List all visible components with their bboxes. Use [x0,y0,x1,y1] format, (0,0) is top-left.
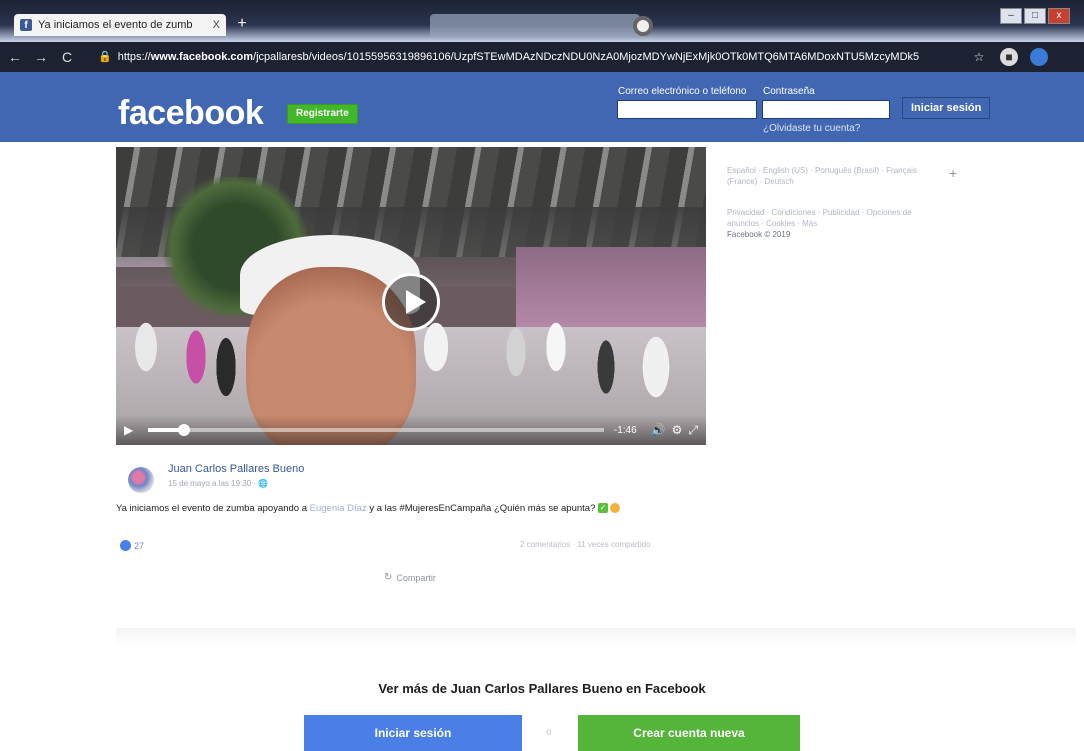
comments-shares-count[interactable]: 2 comentarios · 11 veces compartido [520,540,651,549]
header-login-button[interactable]: Iniciar sesión [902,97,991,119]
extension-icon[interactable]: ■ [1000,48,1018,66]
fullscreen-icon[interactable]: ⤢ [688,423,698,438]
post-text-end: y a las #MujeresEnCampaña ¿Quién más se … [366,503,596,514]
tab-close-icon[interactable]: X [213,19,220,31]
register-button[interactable]: Registrarte [287,104,358,124]
post-text: Ya iniciamos el evento de zumba apoyando… [116,502,706,516]
see-more-title: Ver más de Juan Carlos Pallares Bueno en… [378,681,706,696]
record-icon[interactable] [633,16,653,36]
browser-toolbar: ← → C 🔒 https:// www.facebook.com /jcpal… [0,42,1084,72]
email-field[interactable] [617,100,757,119]
video-time: -1:46 [613,424,637,436]
seek-bar[interactable] [148,424,604,436]
email-label: Correo electrónico o teléfono [618,86,747,97]
maximize-button[interactable]: □ [1024,8,1046,24]
like-reaction-icon [120,540,131,551]
password-field[interactable] [762,100,890,119]
address-bar[interactable]: 🔒 https:// www.facebook.com /jcpallaresb… [98,47,958,67]
video-controls: ▶ -1:46 🔊 ⚙ ⤢ [116,415,706,445]
window-close-button[interactable]: x [1048,8,1070,24]
lock-icon: 🔒 [98,51,112,63]
forward-button[interactable]: → [30,49,52,65]
footer-links[interactable]: Privacidad · Condiciones · Publicidad · … [727,207,937,229]
new-tab-button[interactable]: + [232,16,252,32]
url-host: www.facebook.com [150,51,254,63]
play-icon[interactable] [382,273,440,331]
browser-tab-bar: f Ya iniciamos el evento de zumb X + – □… [0,0,1084,42]
reload-button[interactable]: C [56,49,78,65]
url-prefix: https:// [117,51,151,63]
control-play-icon[interactable]: ▶ [124,423,138,437]
create-account-button[interactable]: Crear cuenta nueva [578,715,800,751]
bookmark-star-icon[interactable]: ☆ [970,48,988,66]
post-header: Juan Carlos Pallares Bueno 15 de mayo a … [128,463,688,495]
share-label: Compartir [396,572,436,583]
seek-handle[interactable] [178,424,191,436]
settings-gear-icon[interactable]: ⚙ [672,423,683,437]
minimize-button[interactable]: – [1000,8,1022,24]
reaction-count: 27 [134,540,145,551]
forgot-account-link[interactable]: ¿Olvidaste tu cuenta? [763,123,860,134]
password-label: Contraseña [763,86,815,97]
post-timestamp: 15 de mayo a las 19:30 · 🌐 [168,479,268,488]
mention-link[interactable]: Eugenia Díaz [310,503,367,514]
more-languages-icon[interactable]: + [949,166,957,180]
video-player[interactable]: ▶ -1:46 🔊 ⚙ ⤢ [116,147,706,445]
share-icon: ↻ [384,572,393,583]
author-avatar[interactable] [128,467,154,493]
share-button[interactable]: ↻ Compartir [384,572,436,583]
post-text-start: Ya iniciamos el evento de zumba apoyando… [116,503,310,514]
section-divider [116,628,1076,646]
post-author[interactable]: Juan Carlos Pallares Bueno [168,463,304,475]
language-list[interactable]: Español · English (US) · Português (Bras… [727,165,937,187]
check-emoji-icon: ✓ [598,503,608,514]
facebook-favicon-icon: f [20,19,32,31]
facebook-logo[interactable]: facebook [118,94,264,133]
profile-icon[interactable] [1030,48,1048,66]
volume-icon[interactable]: 🔊 [651,423,666,437]
cta-or-text: o [546,727,552,738]
right-sidebar: Español · English (US) · Português (Bras… [727,165,957,240]
facebook-header: facebook Registrarte Correo electrónico … [0,72,1084,142]
globe-icon: 🌐 [258,479,269,488]
cta-login-button[interactable]: Iniciar sesión [304,715,522,751]
post-date[interactable]: 15 de mayo a las 19:30 · [168,479,258,488]
tab-title: Ya iniciamos el evento de zumb [38,19,193,31]
copyright: Facebook © 2019 [727,230,791,239]
reactions-summary[interactable]: 27 [120,540,144,551]
background-tab[interactable] [430,14,640,36]
hand-emoji-icon [610,503,620,514]
url-path: /jcpallaresb/videos/10155956319896106/Uz… [253,51,920,63]
back-button[interactable]: ← [4,49,26,65]
browser-tab[interactable]: f Ya iniciamos el evento de zumb X [14,14,226,36]
